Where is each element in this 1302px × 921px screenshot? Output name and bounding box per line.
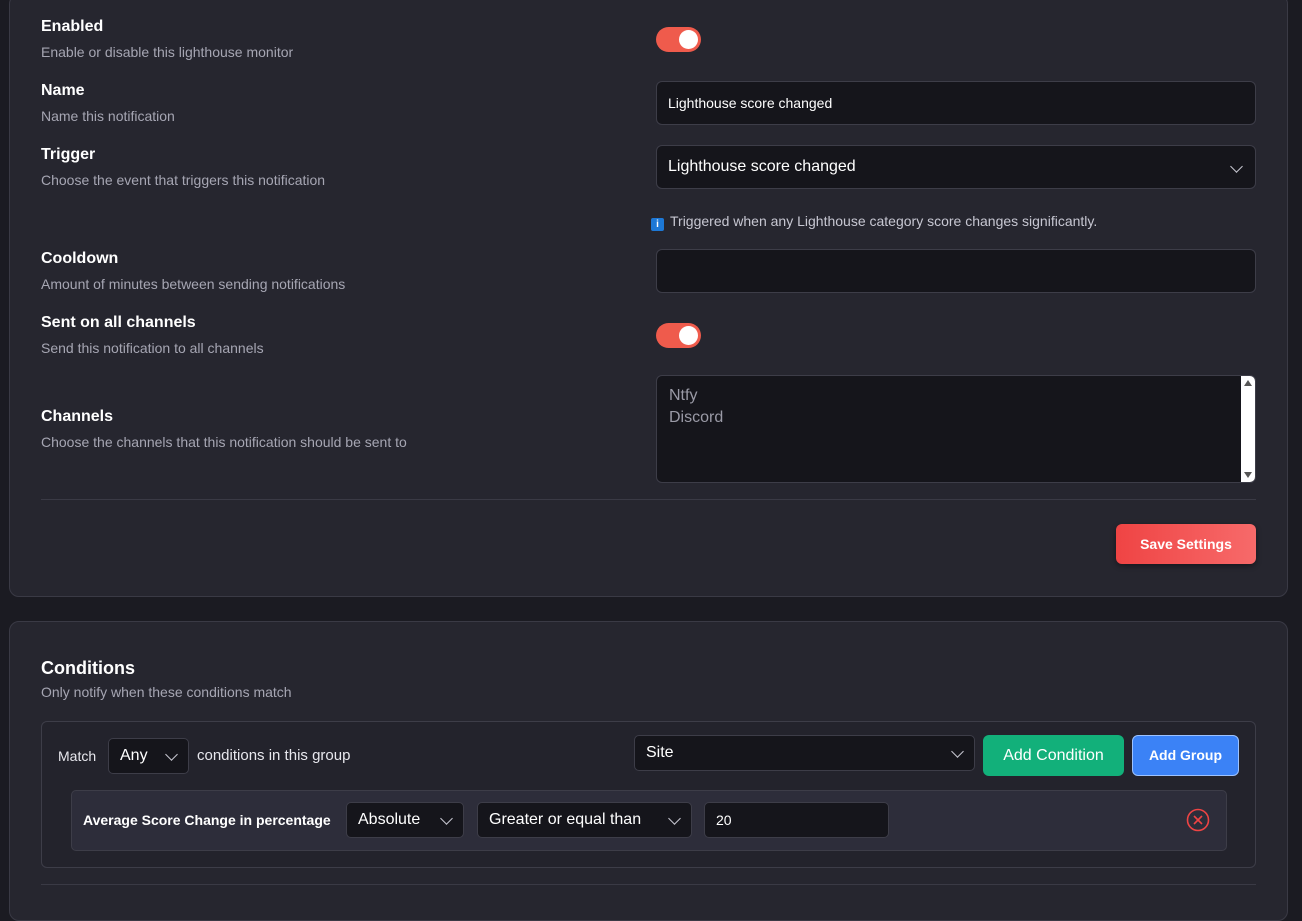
- condition-field-value: Site: [646, 744, 674, 761]
- condition-mode-value: Absolute: [358, 811, 421, 828]
- cooldown-description: Amount of minutes between sending notifi…: [41, 276, 346, 292]
- remove-condition-icon[interactable]: [1186, 808, 1210, 832]
- all-channels-label-group: Sent on all channels Send this notificat…: [41, 313, 264, 357]
- scroll-down-arrow-icon[interactable]: [1244, 472, 1252, 478]
- channels-multiselect[interactable]: Ntfy Discord: [656, 375, 1256, 483]
- condition-operator-select[interactable]: Greater or equal than: [477, 802, 692, 838]
- info-icon: i: [651, 218, 664, 231]
- name-input[interactable]: Lighthouse score changed: [656, 81, 1256, 125]
- enabled-title: Enabled: [41, 18, 104, 35]
- conditions-header: Conditions Only notify when these condit…: [41, 658, 292, 701]
- name-title: Name: [41, 82, 85, 99]
- scroll-up-arrow-icon[interactable]: [1244, 380, 1252, 386]
- toggle-knob: [679, 326, 698, 345]
- toggle-knob: [679, 30, 698, 49]
- condition-value-text: 20: [716, 812, 732, 828]
- chevron-down-icon: [951, 745, 964, 758]
- conditions-title: Conditions: [41, 658, 135, 678]
- channel-option[interactable]: Ntfy: [657, 385, 1255, 407]
- chevron-down-icon: [165, 748, 178, 761]
- condition-mode-select[interactable]: Absolute: [346, 802, 464, 838]
- condition-field-select[interactable]: Site: [634, 735, 975, 771]
- trigger-hint-text: Triggered when any Lighthouse category s…: [670, 213, 1098, 229]
- conditions-description: Only notify when these conditions match: [41, 684, 292, 700]
- cooldown-input[interactable]: [656, 249, 1256, 293]
- add-group-button[interactable]: Add Group: [1132, 735, 1239, 776]
- channels-description: Choose the channels that this notificati…: [41, 434, 407, 450]
- condition-operator-value: Greater or equal than: [489, 811, 642, 828]
- match-suffix: conditions in this group: [197, 747, 351, 764]
- trigger-description: Choose the event that triggers this noti…: [41, 172, 326, 188]
- all-channels-toggle[interactable]: [656, 323, 701, 348]
- all-channels-description: Send this notification to all channels: [41, 340, 264, 356]
- match-select[interactable]: Any: [108, 738, 189, 774]
- channel-option[interactable]: Discord: [657, 407, 1255, 429]
- trigger-select[interactable]: Lighthouse score changed: [656, 145, 1256, 189]
- cooldown-label-group: Cooldown Amount of minutes between sendi…: [41, 249, 345, 293]
- enabled-label-group: Enabled Enable or disable this lighthous…: [41, 17, 293, 61]
- chevron-down-icon: [1230, 160, 1243, 173]
- save-settings-button[interactable]: Save Settings: [1116, 524, 1256, 564]
- match-select-value: Any: [120, 747, 148, 764]
- name-description: Name this notification: [41, 108, 175, 124]
- condition-rule-label: Average Score Change in percentage: [83, 812, 331, 828]
- add-condition-button[interactable]: Add Condition: [983, 735, 1124, 776]
- chevron-down-icon: [440, 812, 453, 825]
- divider: [41, 499, 1256, 500]
- all-channels-title: Sent on all channels: [41, 314, 196, 331]
- trigger-label-group: Trigger Choose the event that triggers t…: [41, 145, 325, 189]
- match-label: Match: [58, 748, 97, 764]
- condition-value-input[interactable]: 20: [704, 802, 889, 838]
- enabled-toggle[interactable]: [656, 27, 701, 52]
- name-input-value: Lighthouse score changed: [668, 95, 833, 111]
- cooldown-title: Cooldown: [41, 250, 119, 267]
- enabled-description: Enable or disable this lighthouse monito…: [41, 44, 294, 60]
- divider: [41, 884, 1256, 885]
- channels-title: Channels: [41, 408, 114, 425]
- trigger-select-value: Lighthouse score changed: [668, 158, 856, 175]
- trigger-title: Trigger: [41, 146, 96, 163]
- chevron-down-icon: [668, 812, 681, 825]
- channels-label-group: Channels Choose the channels that this n…: [41, 407, 407, 451]
- name-label-group: Name Name this notification: [41, 81, 175, 125]
- trigger-hint: i Triggered when any Lighthouse category …: [651, 212, 1097, 231]
- scrollbar[interactable]: [1241, 376, 1255, 482]
